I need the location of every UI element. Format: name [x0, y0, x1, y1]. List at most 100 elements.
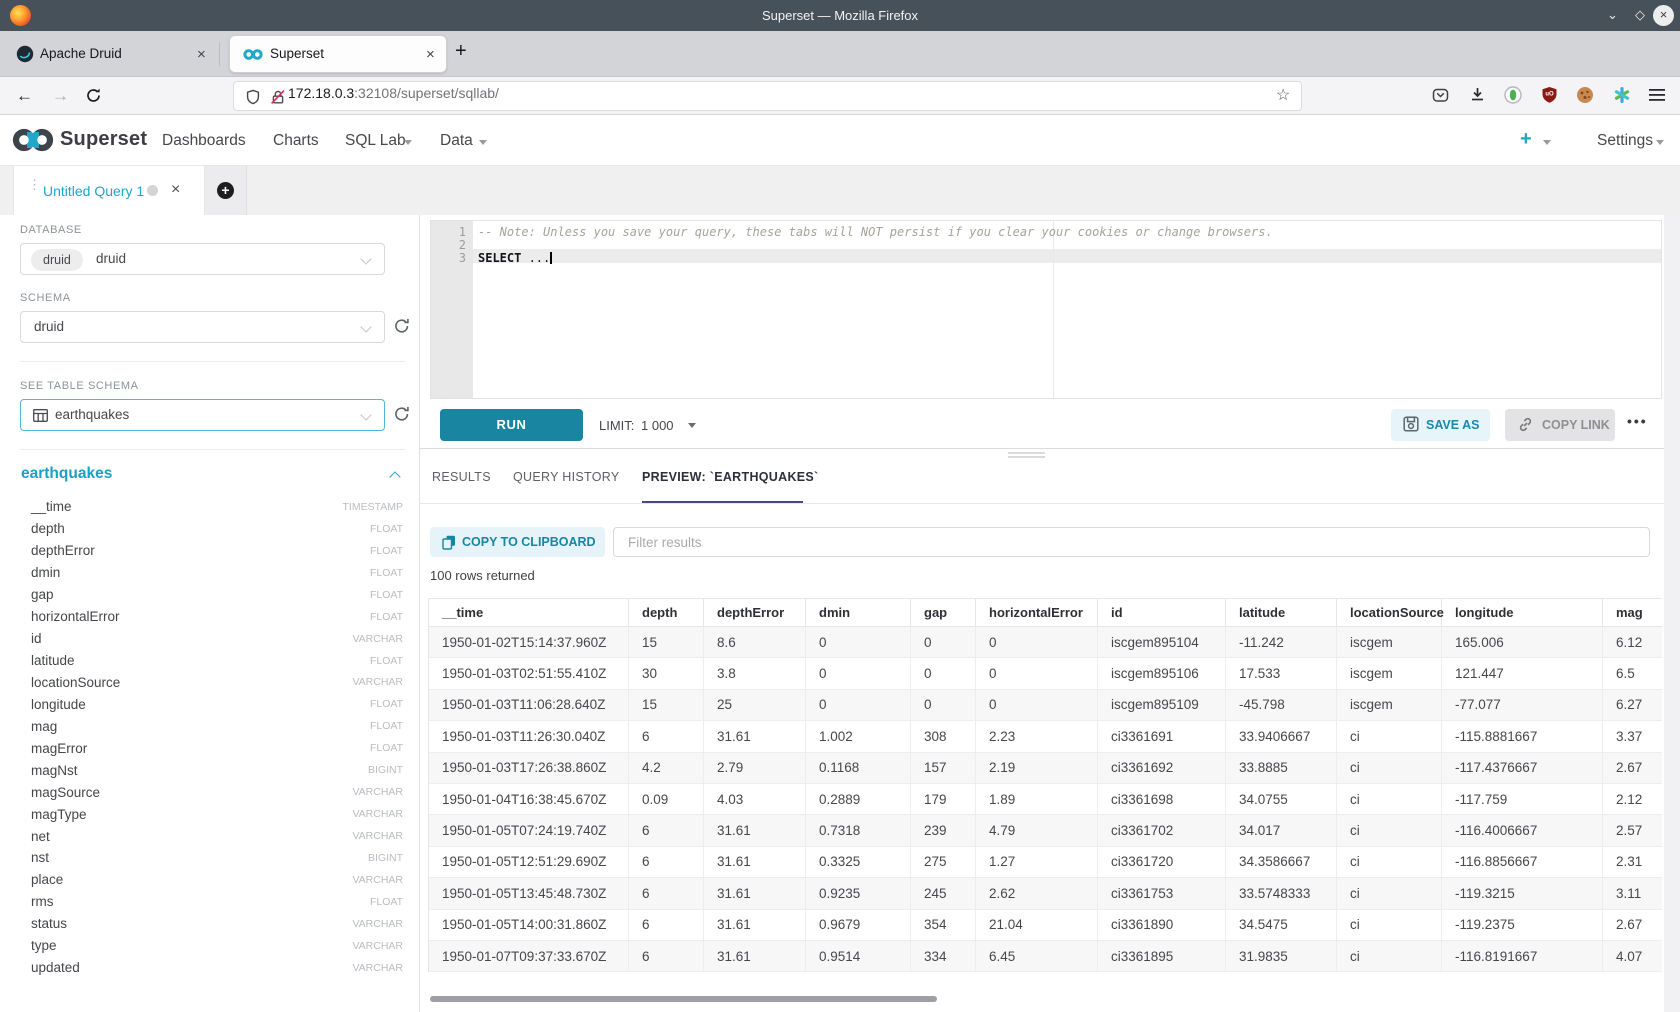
horizontal-scrollbar-thumb[interactable] — [430, 996, 937, 1002]
table-select[interactable]: earthquakes — [20, 399, 385, 431]
column-header[interactable]: gap — [911, 598, 976, 627]
column-row[interactable]: longitude FLOAT — [20, 693, 403, 715]
table-cell: 179 — [911, 784, 976, 815]
tab-close-icon[interactable]: × — [426, 47, 435, 62]
column-header[interactable]: depthError — [704, 598, 806, 627]
column-row[interactable]: magType VARCHAR — [20, 803, 403, 825]
column-row[interactable]: mag FLOAT — [20, 715, 403, 737]
column-row[interactable]: place VARCHAR — [20, 869, 403, 891]
column-row[interactable]: dmin FLOAT — [20, 562, 403, 584]
pane-drag-handle[interactable] — [1008, 456, 1045, 458]
extension-asterisk-icon[interactable] — [1613, 86, 1631, 109]
column-header[interactable]: id — [1098, 598, 1226, 627]
column-row[interactable]: locationSource VARCHAR — [20, 672, 403, 694]
copy-to-clipboard-button[interactable]: COPY TO CLIPBOARD — [430, 527, 605, 557]
collapse-chevron-icon[interactable] — [389, 471, 400, 482]
column-header[interactable]: dmin — [806, 598, 911, 627]
table-schema-heading[interactable]: earthquakes — [21, 465, 112, 483]
url-text[interactable]: 172.18.0.3:32108/superset/sqllab/ — [288, 85, 499, 101]
column-row[interactable]: magError FLOAT — [20, 737, 403, 759]
add-query-tab-icon[interactable]: + — [217, 182, 234, 199]
table-cell: 6.45 — [976, 941, 1098, 972]
tab-query-history[interactable]: QUERY HISTORY — [513, 470, 619, 484]
more-options-button[interactable]: ••• — [1627, 413, 1648, 429]
column-header[interactable]: depth — [629, 598, 704, 627]
pane-divider[interactable] — [419, 215, 420, 1012]
nav-sql-lab[interactable]: SQL Lab — [345, 132, 406, 150]
column-header[interactable]: __time — [429, 598, 629, 627]
column-row[interactable]: depth FLOAT — [20, 518, 403, 540]
table-cell: 1950-01-07T09:37:33.670Z — [429, 941, 629, 972]
browser-tab-superset[interactable]: Superset × — [229, 35, 447, 73]
nav-data[interactable]: Data — [440, 132, 473, 150]
nav-dashboards[interactable]: Dashboards — [162, 132, 246, 150]
query-tab-close-icon[interactable]: × — [171, 181, 180, 199]
column-row[interactable]: net VARCHAR — [20, 825, 403, 847]
column-type: FLOAT — [370, 698, 403, 710]
schema-select[interactable]: druid — [20, 311, 385, 343]
extension-green-icon[interactable] — [1504, 86, 1522, 109]
scrollbar-track[interactable] — [1664, 215, 1680, 1012]
divider — [20, 361, 405, 362]
download-icon[interactable] — [1469, 86, 1486, 109]
superset-navbar: Superset Dashboards Charts SQL Lab Data … — [0, 115, 1680, 166]
filter-results-input[interactable] — [613, 527, 1650, 557]
superset-logo[interactable] — [10, 127, 56, 158]
window-close-icon[interactable]: × — [1653, 5, 1674, 26]
column-row[interactable]: gap FLOAT — [20, 584, 403, 606]
reload-icon[interactable] — [85, 87, 102, 109]
column-row[interactable]: magSource VARCHAR — [20, 781, 403, 803]
refresh-table-icon[interactable] — [393, 405, 411, 428]
column-row[interactable]: latitude FLOAT — [20, 650, 403, 672]
column-header[interactable]: mag — [1603, 598, 1662, 627]
column-row[interactable]: rms FLOAT — [20, 891, 403, 913]
column-row[interactable]: __time TIMESTAMP — [20, 496, 403, 518]
window-menu-icon[interactable]: ⌄ — [1607, 7, 1618, 23]
brand-name[interactable]: Superset — [60, 128, 147, 151]
column-row[interactable]: horizontalError FLOAT — [20, 606, 403, 628]
table-cell: 4.2 — [629, 753, 704, 784]
forward-icon[interactable]: → — [52, 86, 69, 106]
sql-editor[interactable]: 1 2 3 -- Note: Unless you save your quer… — [430, 220, 1662, 399]
table-cell: 275 — [911, 847, 976, 878]
menu-hamburger-icon[interactable] — [1649, 88, 1665, 107]
column-row[interactable]: nst BIGINT — [20, 847, 403, 869]
column-header[interactable]: locationSource — [1337, 598, 1442, 627]
chevron-down-icon[interactable] — [688, 423, 696, 428]
table-cell: 0.9679 — [806, 910, 911, 941]
tab-preview-earthquakes[interactable]: PREVIEW: `EARTHQUAKES` — [642, 470, 819, 484]
tab-results[interactable]: RESULTS — [432, 470, 491, 484]
refresh-schema-icon[interactable] — [393, 317, 411, 340]
column-row[interactable]: depthError FLOAT — [20, 540, 403, 562]
run-button[interactable]: RUN — [440, 409, 583, 441]
column-row[interactable]: status VARCHAR — [20, 913, 403, 935]
back-icon[interactable]: ← — [16, 86, 33, 106]
column-type: VARCHAR — [352, 633, 403, 645]
add-query-tab-tile[interactable]: + — [205, 166, 247, 215]
window-restore-icon[interactable]: ◇ — [1635, 7, 1645, 23]
pane-drag-handle[interactable] — [1008, 452, 1045, 454]
ublock-icon[interactable]: uO — [1541, 86, 1558, 109]
database-select[interactable]: druid druid — [20, 243, 385, 275]
pocket-icon[interactable] — [1432, 87, 1449, 109]
nav-settings[interactable]: Settings — [1597, 132, 1653, 150]
browser-tab-apache-druid[interactable]: Apache Druid — [40, 46, 122, 61]
cookie-icon[interactable] — [1576, 86, 1594, 109]
nav-charts[interactable]: Charts — [273, 132, 319, 150]
column-row[interactable]: type VARCHAR — [20, 935, 403, 957]
add-new-button[interactable]: + — [1520, 128, 1532, 151]
column-row[interactable]: updated VARCHAR — [20, 957, 403, 979]
column-name: magSource — [31, 785, 352, 800]
save-as-button[interactable]: SAVE AS — [1391, 409, 1490, 441]
query-tab[interactable]: ⋮ Untitled Query 1 × — [13, 166, 205, 215]
column-row[interactable]: magNst BIGINT — [20, 759, 403, 781]
column-header[interactable]: horizontalError — [976, 598, 1098, 627]
limit-value[interactable]: 1 000 — [641, 418, 674, 433]
column-header[interactable]: latitude — [1226, 598, 1337, 627]
bookmark-star-icon[interactable]: ☆ — [1276, 85, 1290, 105]
new-tab-button[interactable]: + — [455, 40, 467, 63]
tab-close-icon[interactable]: × — [197, 47, 206, 62]
column-header[interactable]: longitude — [1442, 598, 1603, 627]
copy-link-button[interactable]: COPY LINK — [1505, 409, 1615, 441]
column-row[interactable]: id VARCHAR — [20, 628, 403, 650]
